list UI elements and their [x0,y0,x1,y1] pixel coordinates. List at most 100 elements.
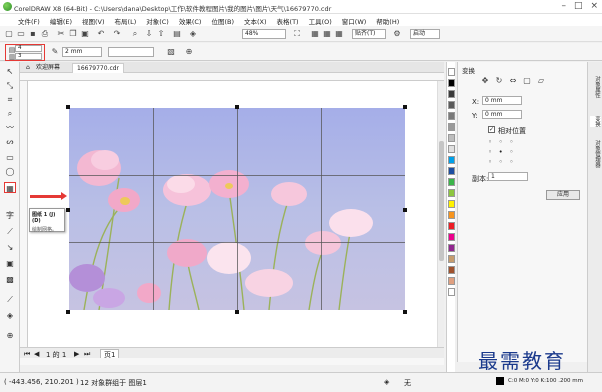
position-icon[interactable]: ✥ [480,76,490,86]
outline-width-select[interactable]: 2 mm [62,47,102,57]
eyedropper-icon[interactable]: ⟋ [4,294,16,305]
add-tool-icon[interactable]: ⊕ [4,330,16,341]
anchor-point[interactable]: ◦ [488,158,497,166]
color-swatch[interactable] [448,200,455,208]
menu-bitmaps[interactable]: 位图(B) [211,16,234,26]
color-swatch[interactable] [448,233,455,241]
rectangle-tool-icon[interactable]: ▭ [4,152,16,163]
anchor-point[interactable]: ◦ [499,138,508,146]
color-swatch[interactable] [448,134,455,142]
side-tab-transform[interactable]: 变换 [590,116,601,127]
show-grid-icon[interactable]: ▦ [322,29,332,39]
shape-tool-icon[interactable]: ⤡ [4,80,16,91]
graph-paper-tool-icon[interactable]: ▦ [4,182,16,193]
cols-input[interactable]: 3 [15,53,42,60]
size-icon[interactable]: ▢ [522,76,532,86]
search-content-icon[interactable]: ⌕ [130,29,140,39]
prev-page-icon[interactable]: ◀ [34,350,39,358]
snap-to-dropdown[interactable]: 贴齐(T) [352,29,386,39]
color-swatch[interactable] [448,277,455,285]
anchor-point[interactable]: ◦ [509,148,518,156]
export-icon[interactable]: ⇧ [156,29,166,39]
menu-table[interactable]: 表格(T) [277,16,299,26]
color-swatch[interactable] [448,145,455,153]
menu-help[interactable]: 帮助(H) [376,16,399,26]
show-guidelines-icon[interactable]: ▦ [334,29,344,39]
parallel-dimension-icon[interactable]: ⟋ [4,226,16,237]
undo-icon[interactable]: ↶ [96,29,106,39]
selection-handle[interactable] [403,310,407,314]
copy-icon[interactable]: ❐ [68,29,78,39]
close-button[interactable]: × [590,1,598,11]
x-input[interactable]: 0 mm [482,96,522,105]
fill-icon[interactable]: ◈ [384,378,389,386]
color-swatch[interactable] [448,68,455,76]
show-rulers-icon[interactable]: ▦ [310,29,320,39]
color-swatch[interactable] [448,255,455,263]
outline-color-swatch[interactable] [496,377,504,385]
anchor-point[interactable]: ◦ [488,138,497,146]
quick-customize-icon[interactable]: ⊕ [184,47,194,57]
scroll-thumb[interactable] [439,141,444,261]
copies-input[interactable]: 1 [488,172,528,181]
save-icon[interactable]: ▪ [28,29,38,39]
menu-file[interactable]: 文件(F) [18,16,40,26]
interactive-fill-icon[interactable]: ◈ [4,310,16,321]
tab-document[interactable]: 16679770.cdr [72,63,125,73]
line-style-select[interactable] [108,47,154,57]
side-tab-object-properties[interactable]: 对象属性 [590,76,601,98]
print-icon[interactable]: ⎙ [40,29,50,39]
selection-handle[interactable] [235,105,239,109]
app-launcher-icon[interactable]: ◈ [188,29,198,39]
selection-handle[interactable] [66,310,70,314]
selection-handle[interactable] [403,105,407,109]
menu-tools[interactable]: 工具(O) [309,16,332,26]
menu-view[interactable]: 视图(V) [82,16,105,26]
zoom-tool-icon[interactable]: ⌕ [4,108,16,119]
skew-icon[interactable]: ▱ [536,76,546,86]
selection-handle[interactable] [403,208,407,212]
ellipse-tool-icon[interactable]: ◯ [4,166,16,177]
tab-welcome[interactable]: 欢迎屏幕 [32,63,64,73]
side-tab-object-manager[interactable]: 对象管理器 [590,140,601,168]
minimize-button[interactable]: – [561,1,566,11]
anchor-point[interactable]: ◦ [499,158,508,166]
redo-icon[interactable]: ↷ [112,29,122,39]
color-swatch[interactable] [448,167,455,175]
zoom-level-select[interactable]: 48% [242,29,286,39]
options-gear-icon[interactable]: ⚙ [392,29,402,39]
new-icon[interactable]: ▢ [4,29,14,39]
color-swatch[interactable] [448,90,455,98]
pick-tool-icon[interactable]: ↖ [4,66,16,77]
full-screen-icon[interactable]: ⛶ [292,29,302,39]
color-swatch[interactable] [448,244,455,252]
anchor-point[interactable]: ◦ [488,148,497,156]
color-swatch[interactable] [448,222,455,230]
anchor-point[interactable]: ◦ [509,158,518,166]
open-icon[interactable]: ▭ [16,29,26,39]
color-swatch[interactable] [448,189,455,197]
menu-layout[interactable]: 布局(L) [115,16,137,26]
maximize-button[interactable]: □ [574,1,583,11]
color-swatch[interactable] [448,101,455,109]
y-input[interactable]: 0 mm [482,110,522,119]
launch-dropdown[interactable]: 启动 [410,29,440,39]
vertical-scrollbar[interactable] [437,81,444,347]
selection-handle[interactable] [66,105,70,109]
color-swatch[interactable] [448,123,455,131]
anchor-point[interactable]: • [499,148,508,156]
drop-shadow-icon[interactable]: ▣ [4,258,16,269]
rotate-icon[interactable]: ↻ [494,76,504,86]
apply-button[interactable]: 应用 [546,190,580,200]
color-swatch[interactable] [448,288,455,296]
connector-tool-icon[interactable]: ↘ [4,242,16,253]
wrap-text-icon[interactable]: ▧ [166,47,176,57]
color-swatch[interactable] [448,211,455,219]
selection-handle[interactable] [235,310,239,314]
import-icon[interactable]: ⇩ [144,29,154,39]
color-swatch[interactable] [448,79,455,87]
menu-text[interactable]: 文本(X) [244,16,267,26]
color-swatch[interactable] [448,156,455,164]
menu-object[interactable]: 对象(C) [146,16,169,26]
artistic-media-icon[interactable]: ᔕ [4,136,16,147]
